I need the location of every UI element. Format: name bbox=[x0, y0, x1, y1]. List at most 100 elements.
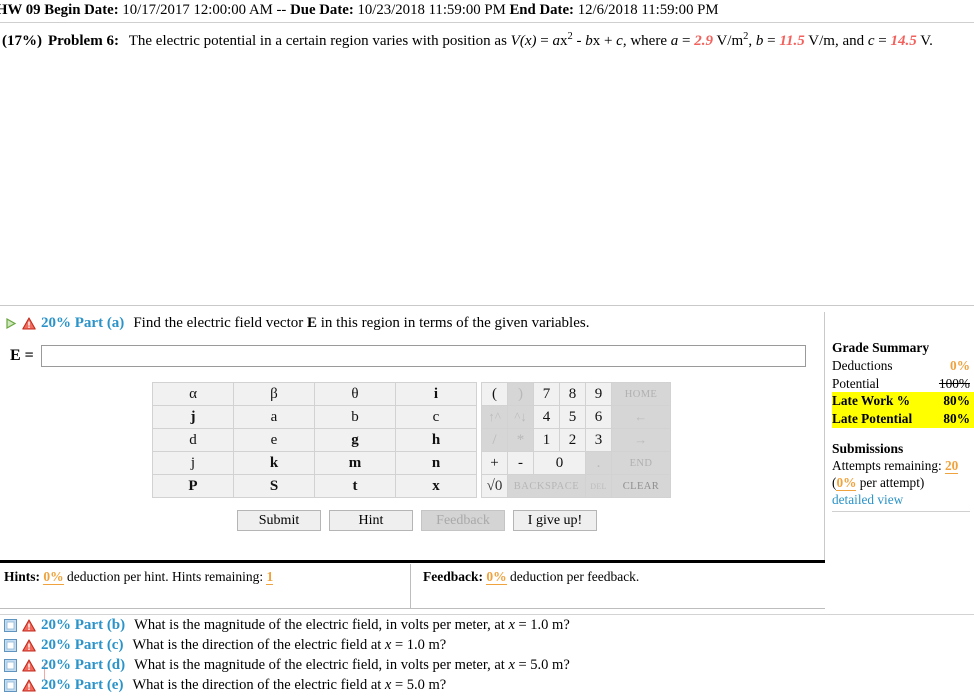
key-home[interactable]: HOME bbox=[611, 382, 671, 406]
key-p[interactable]: P bbox=[152, 474, 234, 498]
part-e-question-text: What is the direction of the electric fi… bbox=[132, 677, 446, 694]
key-i[interactable]: i bbox=[395, 382, 477, 406]
answer-input[interactable] bbox=[40, 345, 806, 367]
expand-box-icon[interactable] bbox=[4, 638, 17, 652]
key-2[interactable]: 2 bbox=[559, 428, 586, 452]
key-backspace[interactable]: BACKSPACE bbox=[507, 474, 586, 498]
part-b-percent-label: 20% Part (b) bbox=[41, 616, 126, 633]
key-h[interactable]: h bbox=[395, 428, 477, 452]
part-a-header[interactable]: 20% Part (a) Find the electric field vec… bbox=[0, 312, 974, 334]
key-alpha[interactable]: α bbox=[152, 382, 234, 406]
hints-remaining-value: 1 bbox=[266, 569, 274, 585]
keypad-letter-row: d e g h bbox=[152, 428, 477, 452]
key-9[interactable]: 9 bbox=[585, 382, 612, 406]
action-buttons: Submit Hint Feedback I give up! bbox=[0, 510, 974, 531]
formula-coefficient-a: a bbox=[552, 33, 560, 50]
var-b-name: b bbox=[755, 33, 764, 50]
key-theta[interactable]: θ bbox=[314, 382, 396, 406]
key-0[interactable]: 0 bbox=[533, 451, 586, 475]
key-arrow-left[interactable]: ← bbox=[611, 405, 671, 429]
per-attempt-value: 0% bbox=[836, 475, 857, 492]
part-c-value: = 1.0 m? bbox=[394, 636, 447, 653]
potential-label: Potential bbox=[832, 375, 880, 391]
key-s[interactable]: S bbox=[233, 474, 315, 498]
key-square-root[interactable]: √0 bbox=[481, 474, 508, 498]
key-subscript-down[interactable]: ^↓ bbox=[507, 405, 534, 429]
key-d[interactable]: d bbox=[152, 428, 234, 452]
part-b-row[interactable]: 20% Part (b) What is the magnitude of th… bbox=[0, 615, 974, 635]
hints-feedback-bar: Hints: 0% deduction per hint. Hints rema… bbox=[0, 564, 825, 609]
expand-triangle-icon[interactable] bbox=[4, 317, 17, 330]
key-paren-close[interactable]: ) bbox=[507, 382, 534, 406]
key-7[interactable]: 7 bbox=[533, 382, 560, 406]
key-c[interactable]: c bbox=[395, 405, 477, 429]
key-e[interactable]: e bbox=[233, 428, 315, 452]
problem-label: Problem 6: bbox=[48, 33, 119, 50]
grade-summary-title: Grade Summary bbox=[832, 340, 930, 355]
per-attempt-row: (0% per attempt) bbox=[832, 474, 974, 492]
part-c-question-text: What is the direction of the electric fi… bbox=[132, 637, 446, 654]
submit-button[interactable]: Submit bbox=[237, 510, 321, 531]
deductions-row: Deductions 0% bbox=[832, 357, 974, 375]
key-arrow-right[interactable]: → bbox=[611, 428, 671, 452]
hint-button[interactable]: Hint bbox=[329, 510, 413, 531]
key-k[interactable]: k bbox=[233, 451, 315, 475]
deductions-value: 0% bbox=[950, 358, 970, 373]
key-j-bold[interactable]: j bbox=[152, 405, 234, 429]
key-3[interactable]: 3 bbox=[585, 428, 612, 452]
key-4[interactable]: 4 bbox=[533, 405, 560, 429]
keypad-letters: α β θ i j a b c d e g h j k m n P S t x bbox=[152, 382, 477, 498]
part-b-text-lead: What is the magnitude of the electric fi… bbox=[134, 616, 505, 633]
key-g[interactable]: g bbox=[314, 428, 396, 452]
key-x[interactable]: x bbox=[395, 474, 477, 498]
part-e-value: = 5.0 m? bbox=[394, 676, 447, 693]
part-b-variable-x: x bbox=[508, 616, 515, 633]
formula-plus: + bbox=[603, 33, 613, 50]
formula-x-second: x bbox=[592, 33, 601, 50]
part-e-row[interactable]: 20% Part (e) What is the direction of th… bbox=[0, 675, 974, 695]
part-e-text-lead: What is the direction of the electric fi… bbox=[132, 676, 382, 693]
key-6[interactable]: 6 bbox=[585, 405, 612, 429]
problem-percent: (17%) bbox=[2, 33, 42, 50]
key-decimal-point[interactable]: . bbox=[585, 451, 612, 475]
key-8[interactable]: 8 bbox=[559, 382, 586, 406]
key-superscript-up[interactable]: ↑^ bbox=[481, 405, 508, 429]
expand-box-icon[interactable] bbox=[4, 658, 17, 672]
part-d-row[interactable]: 20% Part (d) What is the magnitude of th… bbox=[0, 655, 974, 675]
key-n[interactable]: n bbox=[395, 451, 477, 475]
key-multiply[interactable]: * bbox=[507, 428, 534, 452]
expand-box-icon[interactable] bbox=[4, 678, 17, 692]
key-b[interactable]: b bbox=[314, 405, 396, 429]
part-c-text-lead: What is the direction of the electric fi… bbox=[132, 636, 382, 653]
key-clear[interactable]: CLEAR bbox=[611, 474, 671, 498]
key-plus[interactable]: + bbox=[481, 451, 508, 475]
key-end[interactable]: END bbox=[611, 451, 671, 475]
key-1[interactable]: 1 bbox=[533, 428, 560, 452]
keypad-numeric-row: ↑^ ^↓ 4 5 6 ← bbox=[481, 405, 671, 429]
key-t[interactable]: t bbox=[314, 474, 396, 498]
begin-date-label: Begin Date: bbox=[44, 2, 119, 18]
header-separator: -- bbox=[276, 2, 287, 18]
keypad-letter-row: P S t x bbox=[152, 474, 477, 498]
give-up-button[interactable]: I give up! bbox=[513, 510, 597, 531]
grade-summary-bottom-divider bbox=[832, 511, 970, 513]
key-a[interactable]: a bbox=[233, 405, 315, 429]
key-j[interactable]: j bbox=[152, 451, 234, 475]
key-beta[interactable]: β bbox=[233, 382, 315, 406]
keypad-letter-row: j a b c bbox=[152, 405, 477, 429]
key-paren-open[interactable]: ( bbox=[481, 382, 508, 406]
key-minus[interactable]: - bbox=[507, 451, 534, 475]
var-c-unit: V. bbox=[920, 33, 933, 50]
hints-label: Hints: bbox=[4, 569, 41, 584]
expand-box-icon[interactable] bbox=[4, 618, 17, 632]
warning-triangle-icon bbox=[22, 678, 36, 692]
key-divide[interactable]: / bbox=[481, 428, 508, 452]
part-c-row[interactable]: 20% Part (c) What is the direction of th… bbox=[0, 635, 974, 655]
key-delete[interactable]: DEL bbox=[585, 474, 612, 498]
key-m[interactable]: m bbox=[314, 451, 396, 475]
keypad-numeric-row: ( ) 7 8 9 HOME bbox=[481, 382, 671, 406]
due-date-label: Due Date: bbox=[290, 2, 354, 18]
key-5[interactable]: 5 bbox=[559, 405, 586, 429]
var-a-name: a bbox=[670, 33, 679, 50]
detailed-view-link[interactable]: detailed view bbox=[832, 492, 903, 507]
